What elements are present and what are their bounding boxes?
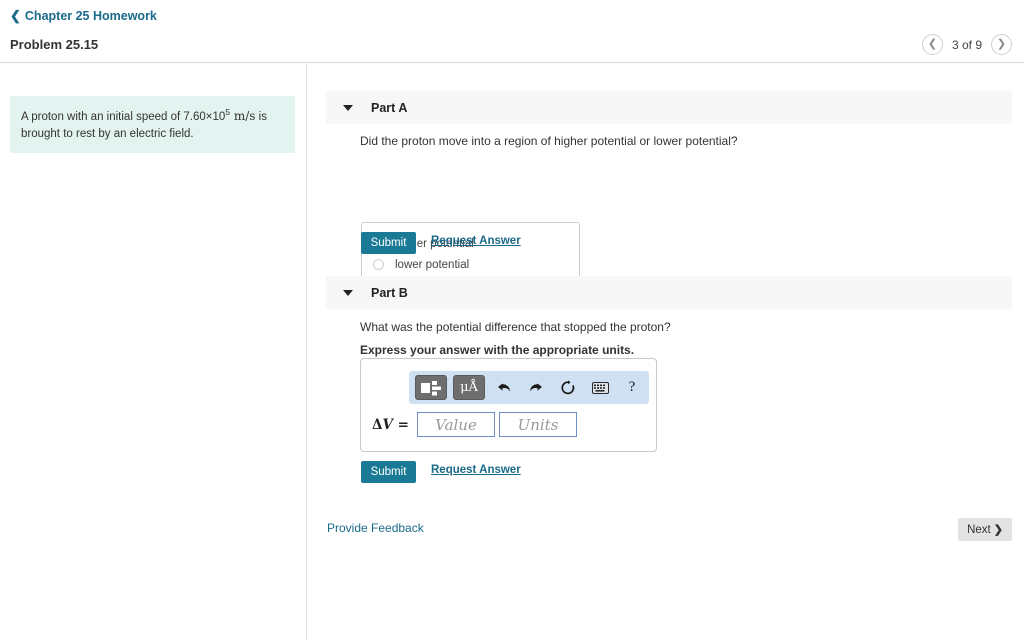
part-a-question: Did the proton move into a region of hig… [360,134,738,148]
part-a-header[interactable]: Part A [326,91,1012,124]
page-header: ❮ Chapter 25 Homework Problem 25.15 ❮ 3 … [0,0,1024,63]
equals-symbol: = [397,416,409,433]
undo-arrow-icon[interactable] [491,375,517,400]
delta-symbol: Δ [372,416,383,433]
answer-pane: Part A Did the proton move into a region… [307,63,1024,640]
redo-arrow-icon[interactable] [523,375,549,400]
part-b-question: What was the potential difference that s… [360,320,671,334]
part-a-label: Part A [371,100,408,115]
math-template-glyph [421,380,441,395]
pager-position-label: 3 of 9 [951,37,982,52]
variable-symbol: V [382,416,393,433]
chevron-right-icon: ❯ [996,38,1007,50]
answer-variable-label: ΔV = [372,417,409,433]
part-b-label: Part B [371,285,408,300]
pager-next-button[interactable]: ❯ [991,34,1012,55]
reset-circle-icon[interactable] [555,375,581,400]
breadcrumb[interactable]: ❮ Chapter 25 Homework [10,9,157,23]
chevron-right-icon: ❯ [993,524,1003,536]
math-template-icon[interactable] [415,375,447,400]
statement-text-before: A proton with an initial speed of 7.60×1… [21,110,226,123]
chevron-left-icon: ❮ [927,38,938,50]
help-question-icon[interactable]: ? [619,375,645,400]
redo-glyph [530,383,542,391]
choice-label: lower potential [395,258,470,271]
statement-units: m/s [233,108,256,123]
problem-statement: A proton with an initial speed of 7.60×1… [10,96,295,154]
answer-field-row: ΔV = Value Units [361,412,581,437]
units-placeholder: Units [517,415,559,434]
caret-down-icon [343,104,353,111]
part-b-submit-button[interactable]: Submit [361,461,416,483]
undo-glyph [498,383,510,391]
radio-icon[interactable] [373,259,384,270]
problem-statement-pane: A proton with an initial speed of 7.60×1… [0,63,306,640]
next-button[interactable]: Next ❯ [958,518,1012,541]
problem-pager: ❮ 3 of 9 ❯ [921,34,1012,55]
units-label: μÅ [460,380,478,395]
value-placeholder: Value [435,415,477,434]
math-toolbar: μÅ ? [409,371,649,404]
part-b-request-answer-link[interactable]: Request Answer [431,464,521,476]
part-b-answer-widget: μÅ ? ΔV = Value Units [360,358,657,452]
provide-feedback-link[interactable]: Provide Feedback [327,521,424,535]
chevron-left-icon: ❮ [10,8,21,23]
units-input[interactable]: Units [498,412,577,437]
part-b-header[interactable]: Part B [326,276,1012,309]
keyboard-icon[interactable] [587,375,613,400]
value-input[interactable]: Value [416,412,495,437]
part-b-instruction: Express your answer with the appropriate… [360,343,635,357]
reset-glyph [561,379,575,394]
choice-lower-potential[interactable]: lower potential [373,254,579,275]
units-icon[interactable]: μÅ [453,375,485,400]
part-a-request-answer-link[interactable]: Request Answer [431,235,521,247]
caret-down-icon [343,289,353,296]
pager-prev-button[interactable]: ❮ [921,34,943,55]
keyboard-glyph [591,381,609,394]
breadcrumb-label: Chapter 25 Homework [24,9,157,23]
next-button-label: Next [967,523,991,536]
part-a-submit-button[interactable]: Submit [361,232,416,254]
page-title: Problem 25.15 [10,37,99,52]
